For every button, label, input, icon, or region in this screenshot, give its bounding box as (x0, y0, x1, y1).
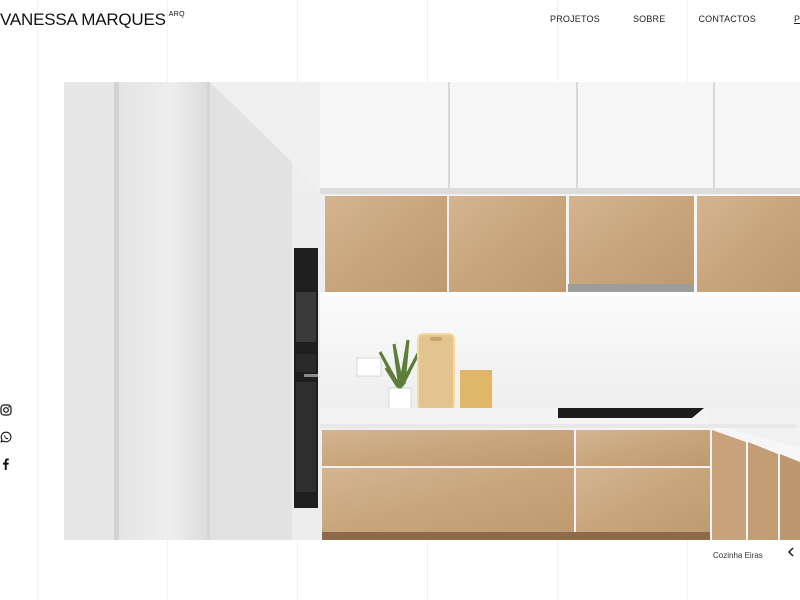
hero-image (64, 82, 800, 540)
nav-item-contactos[interactable]: CONTACTOS (698, 14, 755, 24)
logo-suffix: ARQ (168, 11, 185, 18)
site-header: VANESSA MARQUES ARQ PROJETOS SOBRE CONTA… (0, 0, 800, 40)
logo-link[interactable]: VANESSA MARQUES ARQ (0, 10, 185, 30)
whatsapp-icon[interactable] (0, 431, 12, 443)
grid-line (37, 0, 38, 600)
nav-item-projetos[interactable]: PROJETOS (550, 14, 600, 24)
chevron-left-icon[interactable] (786, 546, 796, 558)
logo-name: VANESSA MARQUES (0, 10, 166, 29)
nav-item-sobre[interactable]: SOBRE (633, 14, 666, 24)
language-link[interactable]: P (794, 14, 800, 24)
main-nav: PROJETOS SOBRE CONTACTOS (550, 14, 756, 24)
image-caption: Cozinha Eiras (713, 551, 763, 560)
instagram-icon[interactable] (0, 404, 12, 416)
facebook-icon[interactable] (0, 458, 12, 470)
kitchen-photo (64, 82, 800, 540)
social-links (0, 404, 12, 485)
